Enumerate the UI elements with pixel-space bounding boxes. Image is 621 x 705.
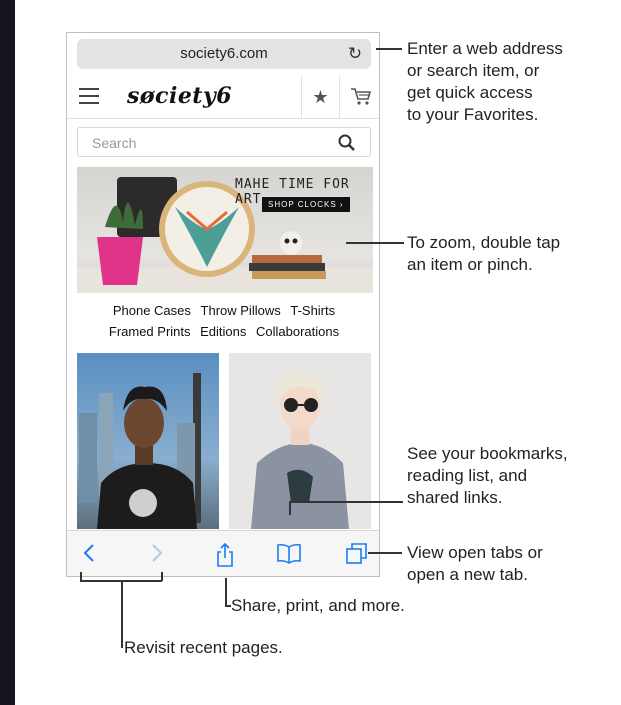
category-link[interactable]: Framed Prints	[109, 324, 191, 339]
forward-icon[interactable]	[137, 531, 177, 576]
back-icon[interactable]	[69, 531, 109, 576]
address-bar[interactable]: society6.com ↻	[77, 39, 371, 69]
category-link[interactable]: Phone Cases	[113, 303, 191, 318]
site-logo[interactable]: søciety6	[127, 83, 232, 109]
callout-line-zoom	[346, 242, 404, 244]
callout-bookmarks: See your bookmarks, reading list, and sh…	[407, 444, 568, 507]
shop-clocks-button[interactable]: SHOP CLOCKS ›	[262, 197, 350, 212]
cart-icon[interactable]	[339, 75, 379, 119]
callout-line-bookmarks-v	[289, 501, 291, 515]
search-placeholder: Search	[92, 135, 137, 151]
callout-tabs: View open tabs or open a new tab.	[407, 543, 543, 584]
share-icon[interactable]	[205, 531, 245, 576]
callout-history: Revisit recent pages.	[124, 638, 283, 657]
category-link[interactable]: T-Shirts	[290, 303, 335, 318]
category-links: Phone Cases Throw Pillows T-Shirts Frame…	[67, 300, 379, 342]
category-link[interactable]: Throw Pillows	[201, 303, 281, 318]
star-icon[interactable]: ★	[301, 75, 339, 119]
callout-line-bookmarks-h	[289, 501, 403, 503]
category-link[interactable]: Collaborations	[256, 324, 339, 339]
callout-bracket-left	[80, 572, 82, 581]
callout-bracket-right	[161, 572, 163, 581]
search-input[interactable]: Search	[77, 127, 371, 157]
bookmarks-icon[interactable]	[269, 531, 309, 576]
callout-line-history-v	[121, 580, 123, 648]
callout-zoom: To zoom, double tap an item or pinch.	[407, 233, 561, 274]
callout-line-tabs	[368, 552, 402, 554]
product-photo-woman[interactable]	[229, 353, 371, 529]
site-header: søciety6 ★	[67, 75, 379, 119]
callout-line-share-v	[225, 578, 227, 606]
product-photo-man[interactable]	[77, 353, 219, 529]
bottom-toolbar	[67, 530, 379, 576]
tabs-icon[interactable]	[337, 531, 377, 576]
callout-address: Enter a web address or search item, or g…	[407, 39, 563, 124]
search-icon[interactable]	[338, 134, 356, 152]
category-link[interactable]: Editions	[200, 324, 246, 339]
hero-banner[interactable]: MAHE TIME FOR ART SHOP CLOCKS ›	[77, 167, 373, 293]
callout-share: Share, print, and more.	[231, 596, 405, 615]
menu-icon[interactable]	[79, 88, 99, 104]
safari-window: society6.com ↻ søciety6 ★ Search MAHE TI…	[66, 32, 380, 577]
reload-icon[interactable]: ↻	[345, 39, 365, 69]
callout-line-address	[376, 48, 402, 50]
url-text: society6.com	[180, 45, 268, 62]
